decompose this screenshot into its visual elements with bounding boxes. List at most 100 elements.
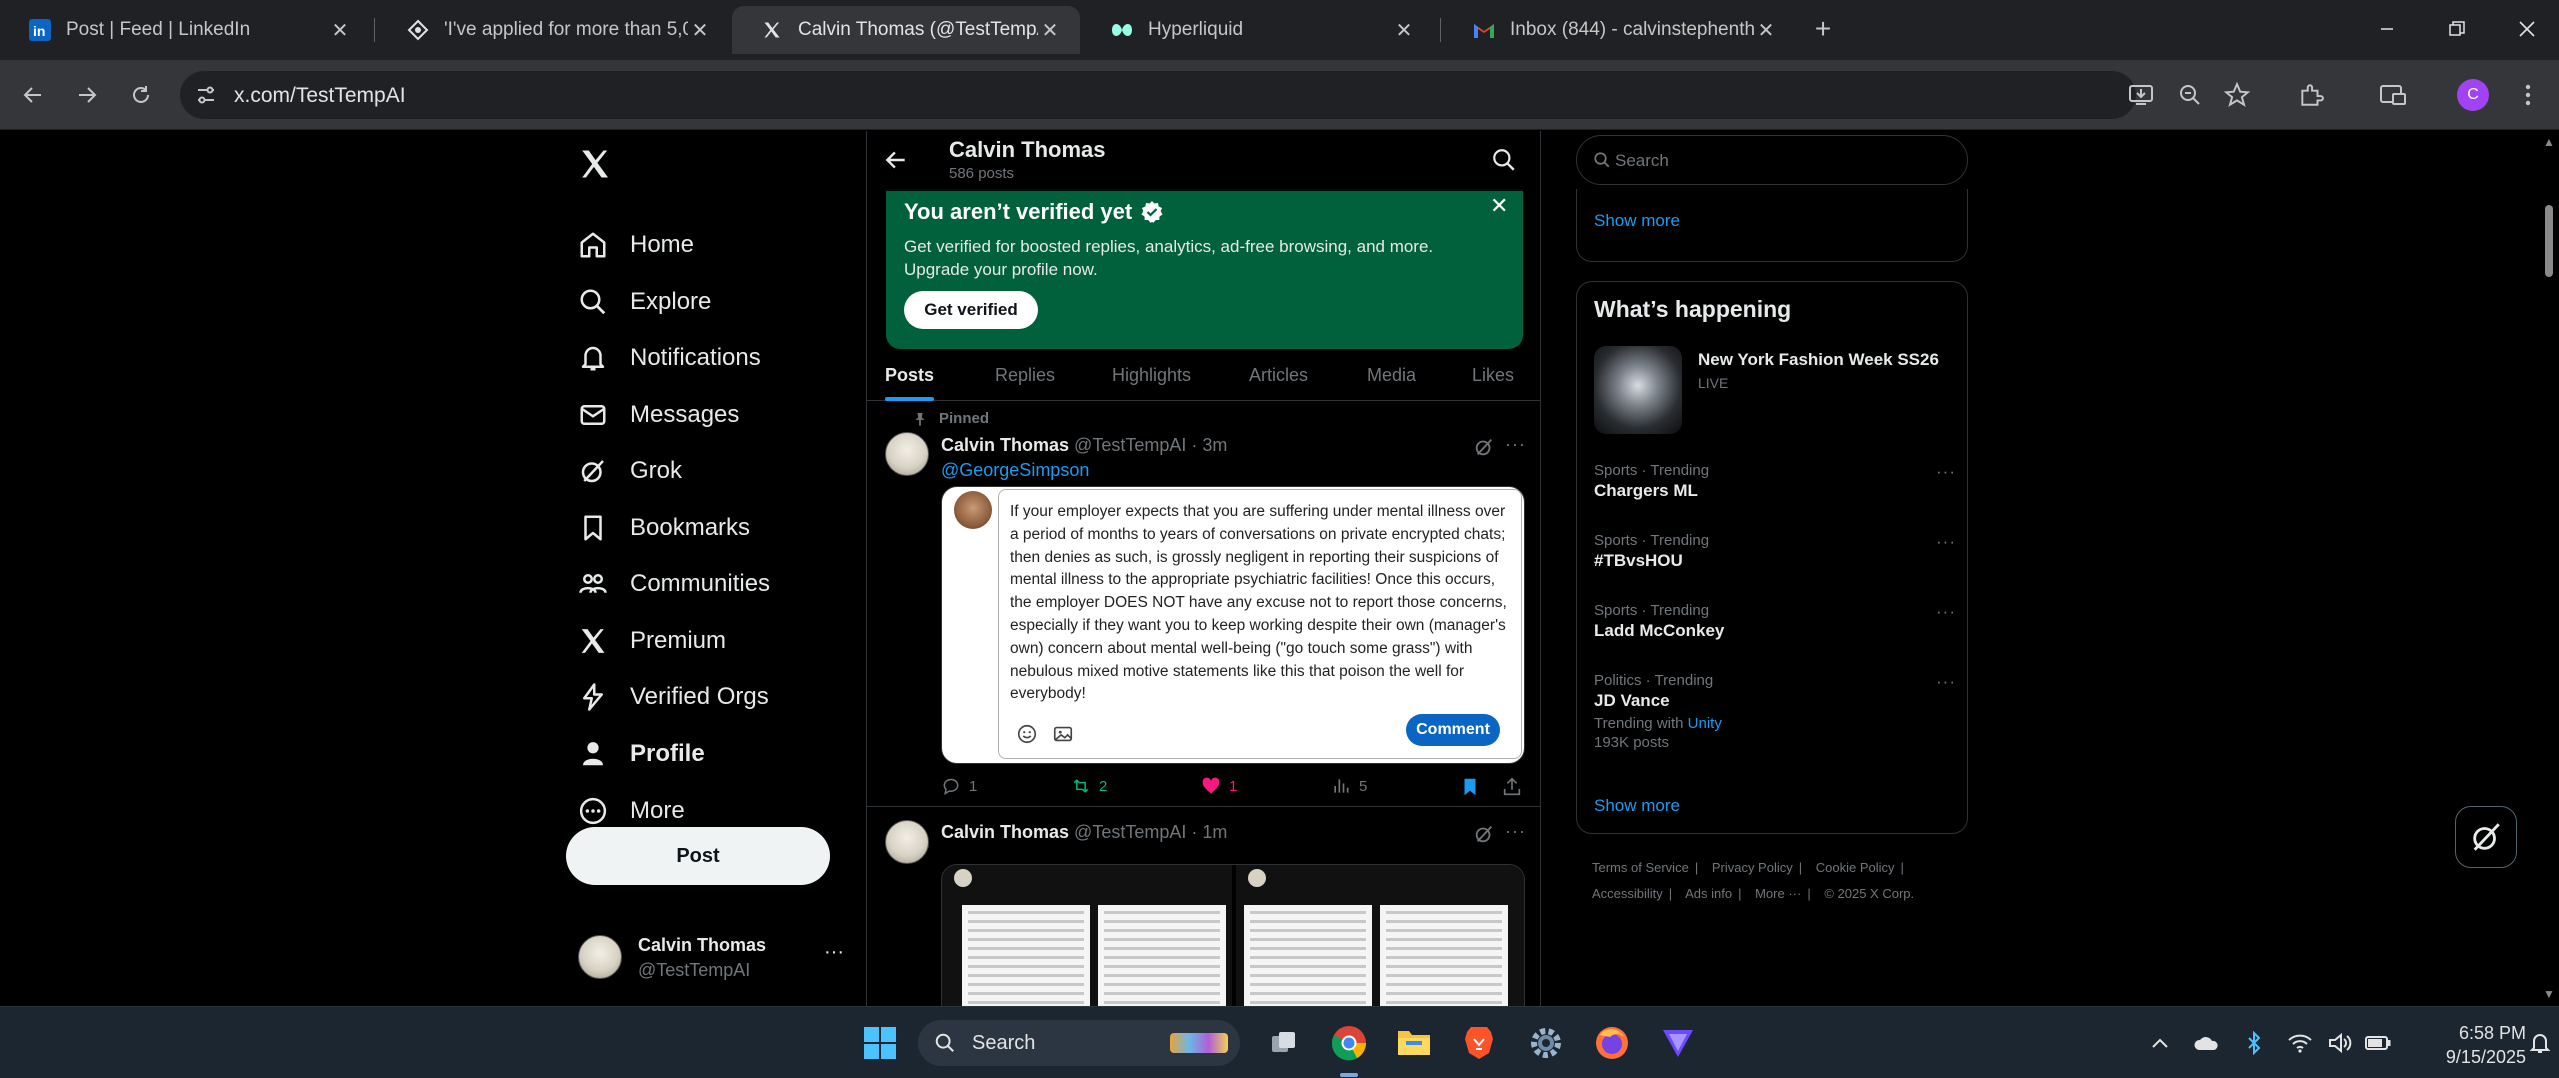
footer-link[interactable]: Accessibility <box>1592 886 1663 901</box>
nav-messages[interactable]: Messages <box>578 393 739 437</box>
tweet-image[interactable]: If your employer expects that you are su… <box>941 486 1525 764</box>
tweet-more-icon[interactable]: ··· <box>1505 434 1526 455</box>
tab-replies[interactable]: Replies <box>995 349 1055 401</box>
x-logo-icon[interactable] <box>578 147 612 181</box>
site-settings-icon[interactable] <box>194 83 218 107</box>
tweet-author[interactable]: Calvin Thomas <box>941 435 1069 455</box>
tab-linkedin[interactable]: in Post | Feed | LinkedIn ✕ <box>0 6 370 54</box>
footer-more[interactable]: More ··· <box>1755 886 1801 901</box>
browser-profile-avatar[interactable]: C <box>2457 79 2489 111</box>
close-tab-icon[interactable]: ✕ <box>688 18 712 42</box>
scroll-down-icon[interactable]: ▼ <box>2543 987 2555 1001</box>
event-thumbnail[interactable] <box>1594 346 1682 434</box>
reply-button[interactable]: 1 <box>941 776 977 796</box>
start-button[interactable] <box>858 1021 902 1065</box>
show-hidden-icons[interactable] <box>2146 1029 2174 1057</box>
bookmark-icon[interactable] <box>1459 776 1481 798</box>
footer-link[interactable]: Privacy Policy <box>1712 860 1793 875</box>
trend-more-icon[interactable]: ··· <box>1936 672 1956 692</box>
nav-communities[interactable]: Communities <box>578 562 770 606</box>
close-tab-icon[interactable]: ✕ <box>1038 18 1062 42</box>
grok-analyze-icon[interactable] <box>1473 436 1495 458</box>
tab-articles[interactable]: Articles <box>1249 349 1308 401</box>
pinned-tweet[interactable]: Pinned Calvin Thomas @TestTempAI · 3m ··… <box>867 402 1540 807</box>
grok-chat-button[interactable] <box>2455 806 2517 868</box>
bluetooth-icon[interactable] <box>2240 1029 2268 1057</box>
avatar[interactable] <box>885 820 929 864</box>
tweet[interactable]: Calvin Thomas @TestTempAI · 1m ··· <box>867 808 1540 1006</box>
account-more-icon[interactable]: ··· <box>824 941 844 964</box>
trending-with-link[interactable]: Unity <box>1688 715 1722 732</box>
extensions-icon[interactable] <box>2296 80 2326 110</box>
tab-gmail[interactable]: Inbox (844) - calvinstephenthon ✕ <box>1444 6 1796 54</box>
close-tab-icon[interactable]: ✕ <box>328 18 352 42</box>
address-bar[interactable]: x.com/TestTempAI <box>180 71 2136 119</box>
tab-hyperliquid[interactable]: Hyperliquid ✕ <box>1082 6 1434 54</box>
trend-item[interactable]: Politics · Trending JD Vance Trending wi… <box>1594 672 1956 751</box>
back-button[interactable] <box>16 78 50 112</box>
new-tab-button[interactable]: + <box>1808 13 1838 44</box>
install-app-icon[interactable] <box>2126 80 2156 110</box>
task-view-button[interactable] <box>1262 1021 1306 1065</box>
nav-bookmarks[interactable]: Bookmarks <box>578 506 750 550</box>
bookmark-star-icon[interactable] <box>2222 80 2252 110</box>
footer-link[interactable]: Ads info <box>1685 886 1732 901</box>
footer-link[interactable]: Cookie Policy <box>1816 860 1895 875</box>
brave-button[interactable] <box>1457 1021 1501 1065</box>
trend-item[interactable]: Sports · Trending Ladd McConkey ··· <box>1594 602 1956 641</box>
reload-button[interactable] <box>124 78 158 112</box>
avatar[interactable] <box>885 432 929 476</box>
trend-more-icon[interactable]: ··· <box>1936 602 1956 622</box>
system-clock[interactable]: 6:58 PM 9/15/2025 <box>2416 1021 2526 1069</box>
firefox-button[interactable] <box>1590 1021 1634 1065</box>
post-button[interactable]: Post <box>566 827 830 885</box>
notification-bell-icon[interactable] <box>2526 1029 2554 1057</box>
media-controls-icon[interactable] <box>2378 80 2408 110</box>
scrollbar-thumb[interactable] <box>2545 205 2553 277</box>
onedrive-icon[interactable] <box>2192 1029 2220 1057</box>
proton-vpn-button[interactable] <box>1656 1021 1700 1065</box>
trend-item[interactable]: Sports · Trending Chargers ML ··· <box>1594 462 1956 501</box>
nav-profile[interactable]: Profile <box>578 732 705 776</box>
like-button[interactable]: 1 <box>1201 776 1237 796</box>
chrome-menu-icon[interactable] <box>2513 80 2543 110</box>
show-more-link[interactable]: Show more <box>1594 211 1680 231</box>
footer-link[interactable]: Terms of Service <box>1592 860 1689 875</box>
tab-posts[interactable]: Posts <box>885 349 935 401</box>
settings-button[interactable] <box>1524 1021 1568 1065</box>
tweet-media-preview[interactable] <box>941 864 1525 1006</box>
wifi-icon[interactable] <box>2286 1029 2314 1057</box>
tweet-author[interactable]: Calvin Thomas <box>941 822 1069 842</box>
tab-x-profile[interactable]: Calvin Thomas (@TestTempAI) / ✕ <box>732 6 1080 54</box>
chrome-taskbar-button[interactable] <box>1327 1021 1371 1065</box>
account-switcher[interactable]: Calvin Thomas @TestTempAI ··· <box>578 931 844 991</box>
event-title[interactable]: New York Fashion Week SS26 <box>1698 350 1939 370</box>
show-more-link[interactable]: Show more <box>1594 796 1680 816</box>
nav-grok[interactable]: Grok <box>578 449 682 493</box>
nav-verified-orgs[interactable]: Verified Orgs <box>578 675 769 719</box>
tab-media[interactable]: Media <box>1367 349 1416 401</box>
zoom-icon[interactable] <box>2175 80 2205 110</box>
nav-explore[interactable]: Explore <box>578 280 711 324</box>
volume-icon[interactable] <box>2326 1029 2354 1057</box>
trend-more-icon[interactable]: ··· <box>1936 462 1956 482</box>
share-icon[interactable] <box>1501 776 1523 798</box>
close-tab-icon[interactable]: ✕ <box>1392 18 1416 42</box>
page-scrollbar[interactable]: ▲ ▼ <box>2539 131 2559 1006</box>
battery-icon[interactable] <box>2364 1029 2392 1057</box>
trend-item[interactable]: Sports · Trending #TBvsHOU ··· <box>1594 532 1956 571</box>
restore-button[interactable] <box>2422 0 2492 58</box>
nav-home[interactable]: Home <box>578 223 694 267</box>
views-button[interactable]: 5 <box>1331 776 1367 796</box>
search-input[interactable]: Search <box>1576 135 1968 185</box>
nav-premium[interactable]: Premium <box>578 619 726 663</box>
trend-more-icon[interactable]: ··· <box>1936 532 1956 552</box>
search-icon[interactable] <box>1491 147 1517 173</box>
file-explorer-button[interactable] <box>1392 1021 1436 1065</box>
tab-highlights[interactable]: Highlights <box>1112 349 1191 401</box>
tab-likes[interactable]: Likes <box>1472 349 1514 401</box>
taskbar-search[interactable]: Search <box>918 1020 1240 1066</box>
get-verified-button[interactable]: Get verified <box>904 291 1038 329</box>
back-arrow-icon[interactable] <box>883 147 909 173</box>
minimize-button[interactable] <box>2352 0 2422 58</box>
